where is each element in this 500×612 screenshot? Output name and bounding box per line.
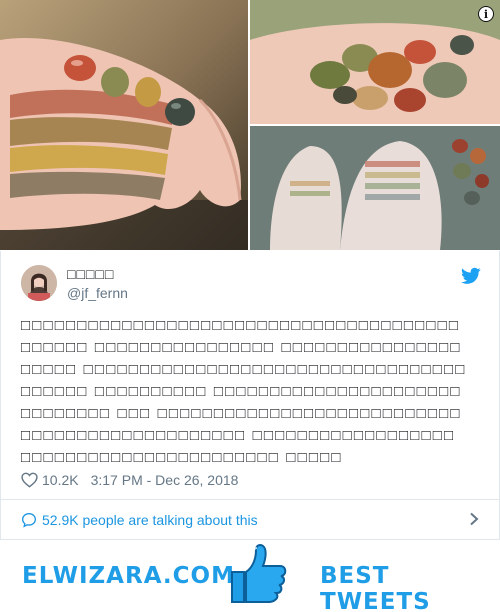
photo-hand-swatches[interactable] <box>0 0 248 250</box>
divider <box>1 499 499 500</box>
hands-pebbles-image <box>250 126 500 250</box>
chevron-right-icon[interactable] <box>469 512 479 526</box>
info-icon[interactable]: i <box>478 6 494 22</box>
photo-hands-and-pebbles[interactable] <box>250 126 500 250</box>
pebbles-palm-image <box>250 0 500 124</box>
twitter-bird-icon[interactable] <box>461 267 481 285</box>
conversation-link[interactable]: 52.9K people are talking about this <box>21 509 481 531</box>
display-name[interactable]: □□□□□ <box>67 266 114 282</box>
speech-bubble-icon <box>21 512 37 528</box>
like-count[interactable]: 10.2K <box>42 472 79 488</box>
conversation-count[interactable]: 52.9K people are talking about this <box>42 512 258 528</box>
avatar-image <box>21 265 57 301</box>
site-banner: ELWIZARA.COM BEST TWEETS <box>0 540 500 612</box>
tweet-card: □□□□□ @jf_fernn □□□□□□□□□□□□□□□□□□□□□□□□… <box>0 251 500 540</box>
thumbs-up-icon <box>231 544 287 603</box>
hand-swatches-image <box>0 0 248 250</box>
tweet-text: □□□□□□□□□□□□□□□□□□□□□□□□□□□□□□□□□□□□□□□□… <box>21 317 467 466</box>
tweet-photo-grid: i <box>0 0 500 250</box>
tweet-timestamp[interactable]: 3:17 PM - Dec 26, 2018 <box>91 472 239 488</box>
photo-pebbles-in-palm[interactable]: i <box>250 0 500 124</box>
tweet-author[interactable]: □□□□□ @jf_fernn <box>21 265 481 305</box>
heart-icon[interactable] <box>21 472 38 488</box>
tweet-meta: 10.2K 3:17 PM - Dec 26, 2018 <box>21 470 481 490</box>
site-name[interactable]: ELWIZARA.COM <box>22 563 235 589</box>
avatar[interactable] <box>21 265 57 301</box>
user-handle[interactable]: @jf_fernn <box>67 285 128 301</box>
banner-tagline: BEST TWEETS <box>320 563 431 612</box>
